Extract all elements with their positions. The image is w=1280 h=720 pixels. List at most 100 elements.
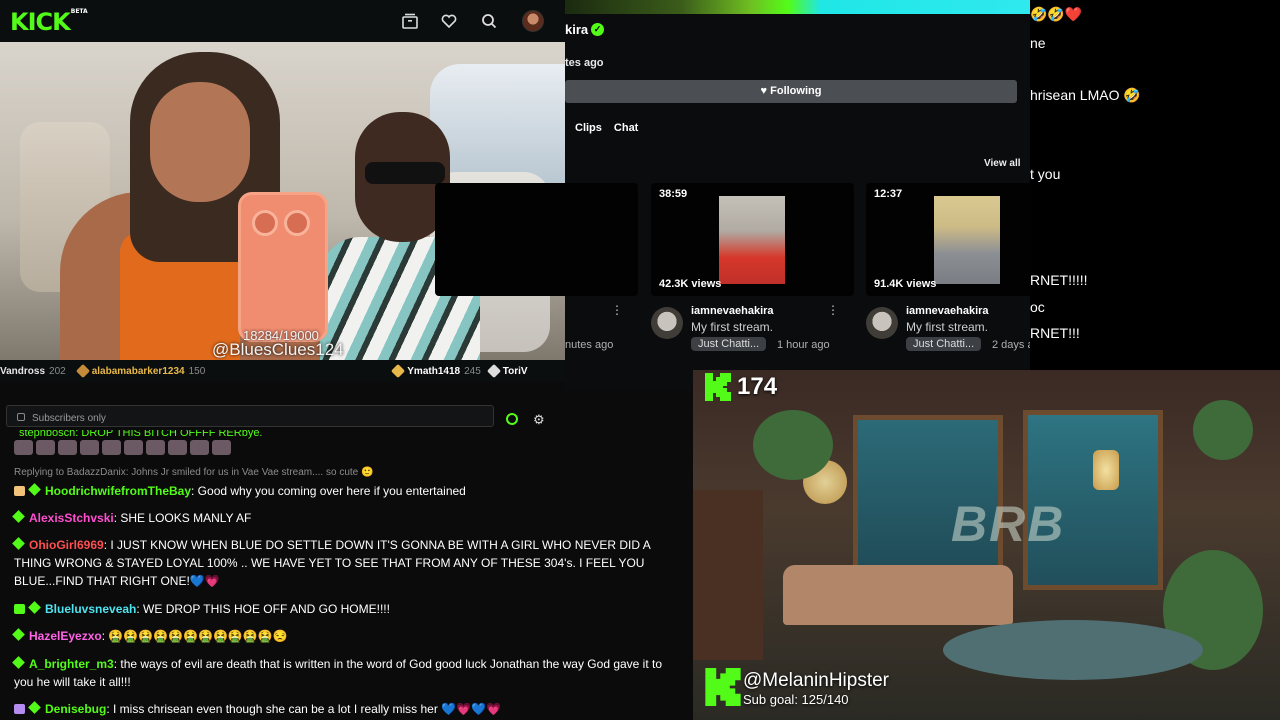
brb-scene: BRB 174 @MelaninHipster Sub goal: 125/14… [693,370,1280,720]
emote-row: stephbosch: DROP THIS BITCH OFFFF RERbye… [14,430,654,464]
sub-badge-icon [28,483,41,496]
kick-header: KICKBETA [0,0,565,42]
verified-icon: ✓ [591,23,604,36]
overlay-chat: 🤣🤣❤️ ne hrisean LMAO 🤣 t you RNET!!!!! o… [1030,0,1280,370]
phone-camera [252,210,278,236]
sub-badge-icon [28,701,41,714]
chat-message[interactable]: Denisebug: I miss chrisean even though s… [14,700,674,718]
category-tag[interactable]: Just Chatti... [906,337,982,351]
clip-age: 1 hour ago [777,339,830,351]
clip-channel-name[interactable]: iamnevaehakira [906,305,989,317]
channel-tabs: Clips Chat [575,122,638,134]
gifter-badge-icon [486,363,501,379]
clip-duration: 38:59 [659,188,688,200]
gear-icon[interactable]: ⚙ [533,412,545,428]
category-tag[interactable]: Just Chatti... [691,337,767,351]
stream-banner [565,0,1030,14]
more-options-icon[interactable]: ⋮ [611,303,623,317]
channel-panel: kira ✓ tes ago ♥ Following Clips Chat Vi… [435,0,1069,390]
chat-message[interactable]: AlexisStchvski: SHE LOOKS MANLY AF [12,509,674,527]
tab-clips[interactable]: Clips [575,122,602,134]
gifter-item[interactable]: Vandross 202 [0,366,66,377]
clip-age: nutes ago [565,339,614,351]
chat-message[interactable]: HoodrichwifefromTheBay: Good why you com… [14,482,674,500]
gifter-badge-icon [75,363,90,379]
sub-badge-icon [12,537,25,550]
chat-message-fragment: stephbosch: DROP THIS BITCH OFFFF RERbye… [19,430,263,439]
user-avatar[interactable] [522,10,544,32]
clip-card[interactable]: 38:59 42.3K views iamnevaehakira ⋮ My fi… [651,183,854,351]
chat-message[interactable]: OhioGirl6969: I JUST KNOW WHEN BLUE DO S… [12,536,674,590]
view-all-link[interactable]: View all [984,158,1021,169]
following-button[interactable]: ♥ Following [565,80,1017,103]
phone [238,192,328,342]
kick-logo-icon [705,373,731,401]
emote-list [14,440,234,458]
sub-goal: Sub goal: 125/140 [743,692,849,707]
chat-message[interactable]: HazelEyezxo: 🤮🤮🤮🤮🤮🤮🤮🤮🤮🤮🤮😒 [12,627,674,645]
gift-badge-icon [14,704,25,714]
clip-views: 42.3K views [659,278,722,290]
plant [753,410,833,480]
video-handle: @BluesClues124 [212,340,344,359]
clip-thumbnail-image [719,196,785,284]
search-icon[interactable] [480,12,498,30]
chat-line: RNET!!!!! [1030,272,1088,288]
kick-logo-icon [705,668,741,706]
gift-badge-icon [14,604,25,614]
chat-message[interactable]: A_brighter_m3: the ways of evil are deat… [12,655,674,691]
clip-age: 2 days a [992,339,1034,351]
car-window [430,64,565,184]
gifter-badge-icon [391,363,406,379]
sunglasses [365,162,445,184]
channel-name[interactable]: kira [565,22,588,37]
emote-icon[interactable] [506,413,518,425]
streamer-handle: @MelaninHipster [743,670,890,691]
sofa [783,565,1013,625]
phone-camera [284,210,310,236]
chat-input-placeholder: Subscribers only [32,413,106,424]
clip-channel-name[interactable]: iamnevaehakira [691,305,774,317]
sub-badge-icon [28,601,41,614]
clip-thumbnail[interactable]: 38:59 42.3K views [651,183,854,296]
tab-chat[interactable]: Chat [614,122,638,134]
kick-logo[interactable]: KICKBETA [10,8,88,36]
channel-avatar[interactable] [651,307,683,339]
rug [943,620,1203,680]
sub-badge-icon [12,628,25,641]
bookshelf [693,490,763,660]
gifter-item[interactable]: ToriV [486,363,528,379]
chat-line: ne [1030,35,1046,51]
sub-badge-icon [12,656,25,669]
chat-line: oc [1030,299,1045,315]
live-channels-icon[interactable] [401,12,419,30]
viewer-count: 174 [737,373,778,400]
clip-card[interactable]: ⋮ nutes ago [435,183,638,351]
reply-note: Replying to BadazzDanix: Johns Jr smiled… [14,467,374,478]
clip-title[interactable]: My first stream. [906,320,988,334]
clip-duration: 12:37 [874,188,903,200]
chat-line: t you [1030,166,1061,182]
gifter-item[interactable]: Ymath1418 245 [391,363,481,379]
plant [1193,400,1253,460]
gift-badge-icon [14,486,25,496]
chat-line: hrisean LMAO 🤣 [1030,87,1141,103]
chat-panel: stephbosch: DROP THIS BITCH OFFFF RERbye… [0,430,693,720]
chat-input[interactable]: Subscribers only [6,405,494,427]
gifter-item[interactable]: alabamabarker1234 150 [75,363,205,379]
stream-time: tes ago [565,57,604,69]
chat-line: RNET!!! [1030,325,1080,341]
more-options-icon[interactable]: ⋮ [827,303,839,317]
channel-avatar[interactable] [866,307,898,339]
heart-icon[interactable] [440,12,458,30]
top-gifters-bar: Vandross 202 alabamabarker1234 150 Ymath14… [0,360,565,382]
person-face [150,82,250,202]
sub-badge-icon [12,510,25,523]
chat-line: 🤣🤣❤️ [1030,6,1083,22]
lamp [1093,450,1119,490]
clip-views: 91.4K views [874,278,937,290]
clip-thumbnail[interactable] [435,183,638,296]
clip-title[interactable]: My first stream. [691,320,773,334]
clip-thumbnail-image [934,196,1000,284]
chat-message[interactable]: Blueluvsneveah: WE DROP THIS HOE OFF AND… [14,600,674,618]
